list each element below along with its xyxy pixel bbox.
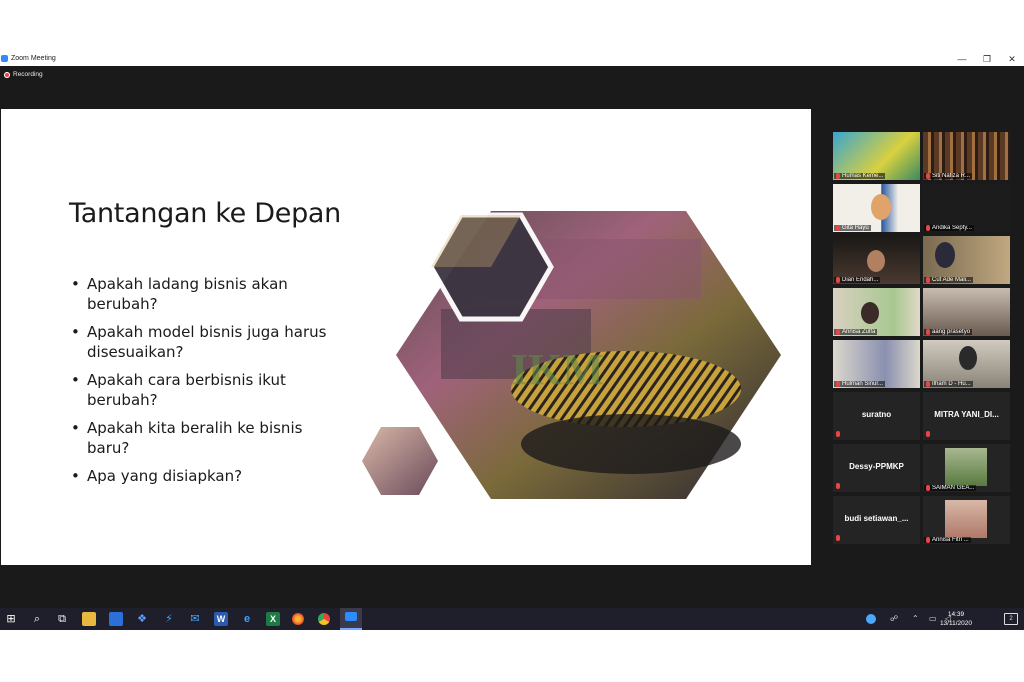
notification-center-icon[interactable]: 2 bbox=[1004, 613, 1018, 625]
participant-name: budi setiawan_... bbox=[844, 514, 909, 523]
mic-muted-icon bbox=[926, 485, 930, 491]
mic-muted-icon bbox=[836, 329, 840, 335]
mic-muted-icon bbox=[926, 329, 930, 335]
mic-muted-icon bbox=[836, 535, 840, 541]
participant-tile[interactable]: Annisa Fitri ... bbox=[923, 496, 1010, 544]
record-icon bbox=[4, 71, 10, 78]
close-button[interactable]: ✕ bbox=[1006, 53, 1018, 65]
participant-tile[interactable]: Andika Septy... bbox=[923, 184, 1010, 232]
mic-muted-icon bbox=[836, 483, 840, 489]
network-icon[interactable]: ▭ bbox=[929, 614, 937, 623]
mic-muted-icon bbox=[836, 173, 840, 179]
minimize-button[interactable]: — bbox=[956, 53, 968, 65]
participant-face bbox=[935, 242, 955, 268]
clock-date: 13/11/2020 bbox=[939, 620, 972, 627]
participant-video bbox=[945, 500, 987, 538]
mic-muted-icon bbox=[836, 381, 840, 387]
taskbar: ⊞ ⌕ ⧉ ❖ ⚡ ✉ W e X ☍ ⌃ ▭ ◁ 14:39 13/11/20… bbox=[0, 608, 1024, 630]
participant-tile[interactable]: Dessy-PPMKP bbox=[833, 444, 920, 492]
participant-name: Dessy-PPMKP bbox=[849, 462, 904, 471]
lightning-app-icon[interactable]: ⚡ bbox=[162, 612, 176, 626]
participant-face bbox=[861, 302, 879, 324]
mic-muted-icon bbox=[836, 225, 840, 231]
excel-icon[interactable]: X bbox=[266, 612, 280, 626]
participant-name: aang prasetyo bbox=[932, 329, 971, 335]
hexagon-photo-collage: IKM bbox=[362, 211, 781, 499]
restore-button[interactable]: ❐ bbox=[981, 53, 993, 65]
zoom-taskbar-icon[interactable] bbox=[340, 608, 362, 630]
participant-tile[interactable]: Humas Keme... bbox=[833, 132, 920, 180]
mic-muted-icon bbox=[836, 431, 840, 437]
search-icon[interactable]: ⌕ bbox=[30, 612, 44, 626]
mic-muted-icon bbox=[926, 173, 930, 179]
participant-name: suratno bbox=[861, 410, 892, 419]
word-icon[interactable]: W bbox=[214, 612, 228, 626]
recording-label: Recording bbox=[13, 71, 43, 78]
participant-name: Dian Endah... bbox=[842, 277, 879, 283]
taskbar-clock[interactable]: 14:39 13/11/2020 bbox=[940, 610, 972, 628]
window-titlebar: Zoom Meeting — ❐ ✕ bbox=[0, 52, 1024, 66]
mic-muted-icon bbox=[836, 277, 840, 283]
participant-name: Ilham D - Hu... bbox=[932, 381, 971, 387]
participant-name: MITRA YANI_DI... bbox=[934, 410, 999, 419]
zoom-app-icon bbox=[1, 55, 8, 62]
slide-title: Tantangan ke Depan bbox=[69, 198, 341, 229]
participant-tile[interactable]: aang prasetyo bbox=[923, 288, 1010, 336]
mic-muted-icon bbox=[926, 537, 930, 543]
slide-bullet: Apa yang disiapkan? bbox=[71, 467, 341, 487]
participant-face bbox=[867, 250, 885, 272]
slide-watermark: IKM bbox=[511, 345, 604, 394]
slide-bullet: Apakah model bisnis juga harus disesuaik… bbox=[71, 323, 341, 362]
chrome-icon[interactable] bbox=[318, 613, 330, 625]
participant-tile[interactable]: Annisa Zulfa bbox=[833, 288, 920, 336]
participant-tile[interactable]: Hulman Sinur... bbox=[833, 340, 920, 388]
clock-time: 14:39 bbox=[947, 611, 965, 618]
slide-bullets: Apakah ladang bisnis akan berubah? Apaka… bbox=[71, 275, 341, 496]
participant-tile[interactable]: MITRA YANI_DI... bbox=[923, 392, 1010, 440]
slide-bullet: Apakah ladang bisnis akan berubah? bbox=[71, 275, 341, 314]
participant-tile[interactable]: suratno bbox=[833, 392, 920, 440]
participant-tile[interactable]: Ilham D - Hu... bbox=[923, 340, 1010, 388]
small-hexagon-photo bbox=[362, 427, 438, 495]
slide-bullet: Apakah cara berbisnis ikut berubah? bbox=[71, 371, 341, 410]
recording-indicator[interactable]: Recording bbox=[4, 71, 43, 78]
windows-start-icon[interactable]: ⊞ bbox=[4, 612, 18, 626]
participant-name: Cut Ade Mali... bbox=[932, 277, 972, 283]
participant-tile[interactable]: SAIMAN GEA... bbox=[923, 444, 1010, 492]
participant-name: Annisa Zulfa bbox=[842, 329, 876, 335]
participant-name: Gita Hayu bbox=[842, 225, 869, 231]
chevron-up-icon[interactable]: ⌃ bbox=[912, 614, 919, 623]
participant-video bbox=[945, 448, 987, 486]
task-view-icon[interactable]: ⧉ bbox=[55, 612, 69, 626]
window-title: Zoom Meeting bbox=[11, 55, 56, 62]
help-icon[interactable] bbox=[866, 614, 876, 624]
file-explorer-icon[interactable] bbox=[82, 612, 96, 626]
mic-muted-icon bbox=[926, 225, 930, 231]
edge-icon[interactable]: e bbox=[240, 612, 254, 626]
participant-tile[interactable]: budi setiawan_... bbox=[833, 496, 920, 544]
shared-screen: Tantangan ke Depan Apakah ladang bisnis … bbox=[1, 109, 811, 565]
slide-bullet: Apakah kita beralih ke bisnis baru? bbox=[71, 419, 341, 458]
participant-name: Andika Septy... bbox=[932, 225, 972, 231]
participant-name: Hulman Sinur... bbox=[842, 381, 884, 387]
participant-tile[interactable]: Siti Nafiza R... bbox=[923, 132, 1010, 180]
mail-icon[interactable]: ✉ bbox=[188, 612, 202, 626]
participant-tile[interactable]: Gita Hayu bbox=[833, 184, 920, 232]
firefox-icon[interactable] bbox=[292, 613, 304, 625]
participant-name: Annisa Fitri ... bbox=[932, 537, 969, 543]
mic-muted-icon bbox=[926, 277, 930, 283]
participant-name: Siti Nafiza R... bbox=[932, 173, 971, 179]
mic-muted-icon bbox=[926, 431, 930, 437]
people-icon[interactable]: ☍ bbox=[890, 614, 898, 623]
participant-face bbox=[959, 346, 977, 370]
dropbox-icon[interactable]: ❖ bbox=[135, 612, 149, 626]
participant-face bbox=[871, 194, 891, 220]
participant-tile[interactable]: Dian Endah... bbox=[833, 236, 920, 284]
participant-tile[interactable]: Cut Ade Mali... bbox=[923, 236, 1010, 284]
participant-name: SAIMAN GEA... bbox=[932, 485, 975, 491]
participant-name: Humas Keme... bbox=[842, 173, 884, 179]
store-icon[interactable] bbox=[109, 612, 123, 626]
mic-muted-icon bbox=[926, 381, 930, 387]
